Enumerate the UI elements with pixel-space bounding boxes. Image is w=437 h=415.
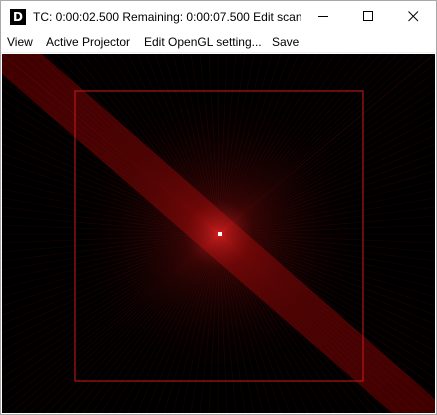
beam-hotspot [218, 232, 222, 236]
minimize-icon [318, 16, 328, 17]
maximize-icon [363, 11, 373, 21]
menu-view[interactable]: View [7, 34, 33, 50]
app-window: D TC: 0:00:02.500 Remaining: 0:00:07.500… [0, 0, 437, 415]
menu-edit-opengl-settings[interactable]: Edit OpenGL setting... [144, 34, 262, 50]
menu-active-projector[interactable]: Active Projector [46, 34, 130, 50]
title-bar[interactable]: D TC: 0:00:02.500 Remaining: 0:00:07.500… [1, 1, 436, 32]
laser-preview-viewport[interactable] [2, 54, 435, 413]
app-icon[interactable]: D [10, 9, 26, 25]
close-button[interactable] [391, 1, 436, 32]
menu-bar: View Active Projector Edit OpenGL settin… [1, 32, 436, 53]
window-title: TC: 0:00:02.500 Remaining: 0:00:07.500 E… [33, 10, 301, 24]
maximize-button[interactable] [346, 1, 391, 32]
laser-preview-canvas [2, 54, 435, 413]
menu-save[interactable]: Save [272, 34, 299, 50]
minimize-button[interactable] [301, 1, 346, 32]
close-icon [408, 11, 419, 22]
